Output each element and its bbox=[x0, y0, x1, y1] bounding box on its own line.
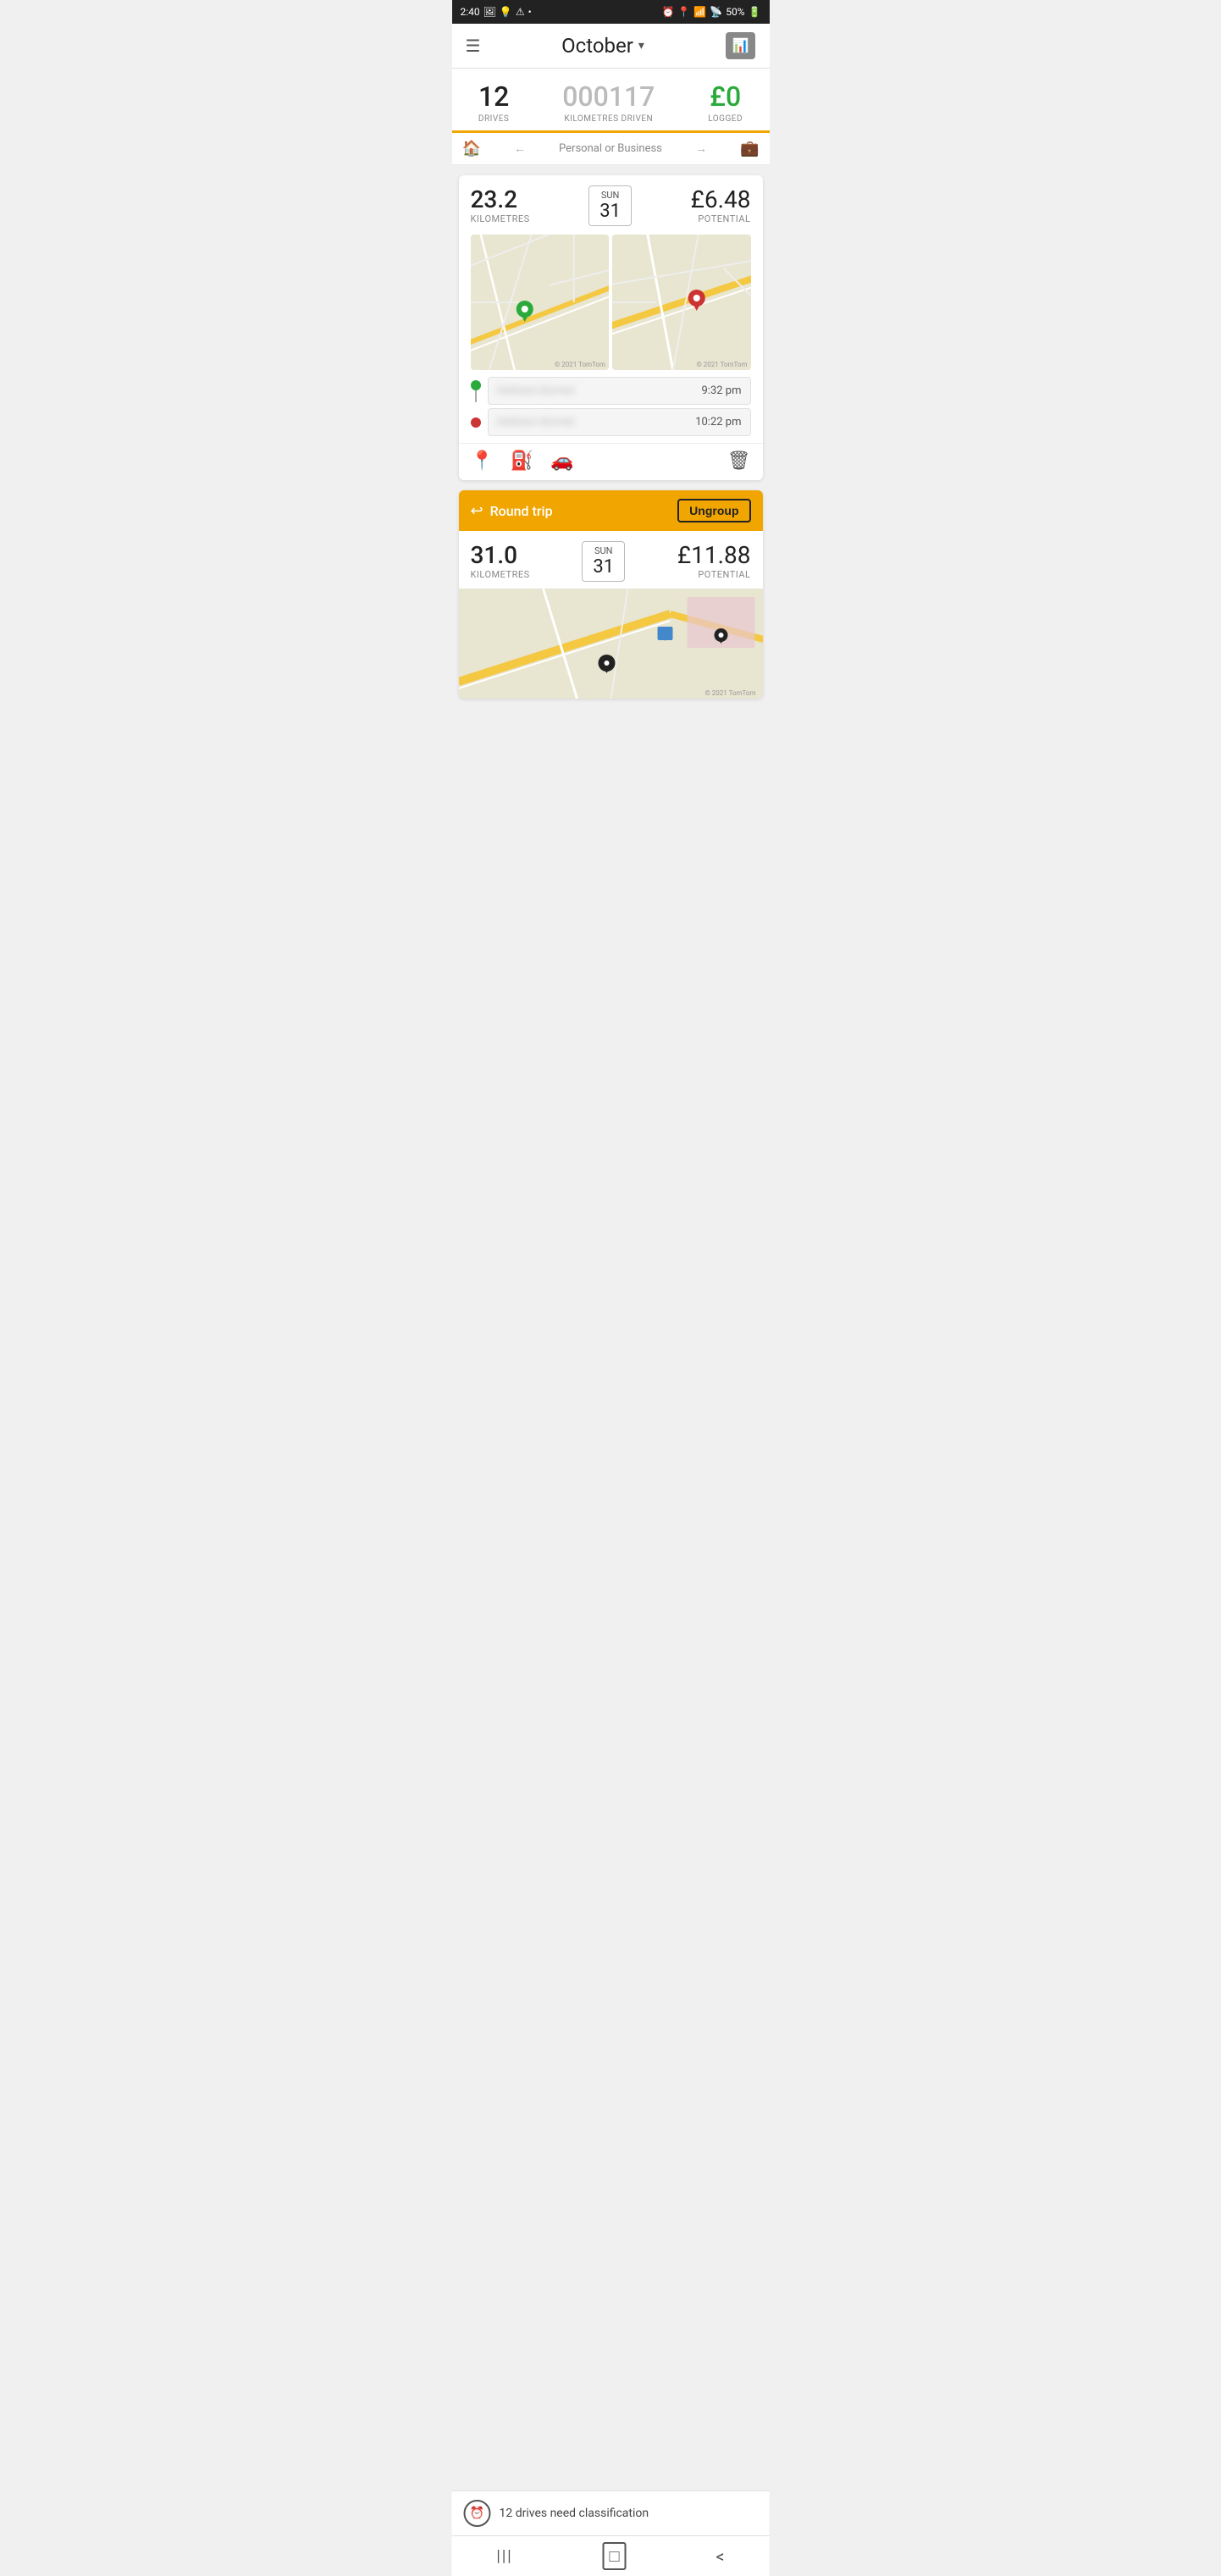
km-wrap: 23.2 KILOMETRES bbox=[471, 185, 530, 224]
location-action-icon[interactable]: 📍 bbox=[471, 451, 494, 472]
signal-icon: 📡 bbox=[710, 6, 722, 18]
header-title-area[interactable]: October ▾ bbox=[561, 34, 644, 58]
rt-potential-label: POTENTIAL bbox=[677, 569, 751, 580]
rt-day-name: SUN bbox=[593, 545, 614, 556]
end-address: Address blurred bbox=[497, 416, 575, 428]
right-arrow-icon: → bbox=[695, 141, 707, 156]
end-time: 10:22 pm bbox=[695, 416, 741, 428]
round-trip-label-wrap: ↩ Round trip bbox=[471, 502, 553, 520]
end-address-box[interactable]: Address blurred 10:22 pm bbox=[488, 408, 751, 436]
potential-value: £6.48 bbox=[691, 185, 751, 213]
logged-value: £0 bbox=[708, 80, 743, 113]
map-container: © 2021 TomTom © 2021 bbox=[471, 235, 751, 370]
end-map: © 2021 TomTom bbox=[612, 235, 751, 370]
notification-icon-wrap: ⏰ bbox=[464, 2500, 491, 2527]
personal-business-text: Personal or Business bbox=[559, 142, 662, 155]
potential-label: POTENTIAL bbox=[691, 213, 751, 224]
drive-card-header: 23.2 KILOMETRES SUN 31 £6.48 POTENTIAL bbox=[459, 175, 763, 229]
logged-stat: £0 LOGGED bbox=[708, 80, 743, 124]
rt-date-box: SUN 31 bbox=[582, 541, 625, 582]
start-dot bbox=[471, 380, 481, 390]
bottom-nav: ||| □ < bbox=[452, 2535, 770, 2576]
chart-icon: 📊 bbox=[732, 39, 749, 53]
start-address: Address blurred bbox=[497, 384, 575, 397]
end-dot bbox=[471, 417, 481, 428]
drives-label: DRIVES bbox=[478, 114, 509, 124]
round-trip-header: ↩ Round trip Ungroup bbox=[459, 490, 763, 531]
photo-icon: 🖼 bbox=[483, 6, 496, 18]
start-map: © 2021 TomTom bbox=[471, 235, 610, 370]
chart-button[interactable]: 📊 bbox=[726, 32, 756, 59]
rt-potential-wrap: £11.88 POTENTIAL bbox=[677, 541, 751, 580]
hamburger-menu-icon[interactable]: ☰ bbox=[466, 36, 481, 56]
potential-wrap: £6.48 POTENTIAL bbox=[691, 185, 751, 224]
clock-icon: ⏰ bbox=[470, 2507, 484, 2520]
stats-row: 12 DRIVES 000117 KILOMETRES DRIVEN £0 LO… bbox=[452, 69, 770, 133]
nav-back-icon[interactable]: < bbox=[715, 2546, 724, 2567]
bulb-icon: 💡 bbox=[500, 6, 512, 18]
day-number: 31 bbox=[599, 201, 621, 222]
rt-map-copyright: © 2021 TomTom bbox=[704, 689, 755, 697]
dot-icon: • bbox=[528, 6, 532, 18]
car-action-icon[interactable]: 🚗 bbox=[550, 451, 573, 472]
location-icon: 📍 bbox=[677, 6, 690, 18]
fuel-action-icon[interactable]: ⛽ bbox=[511, 451, 533, 472]
start-time: 9:32 pm bbox=[702, 384, 742, 397]
rt-km-wrap: 31.0 KILOMETRES bbox=[471, 541, 530, 580]
month-title: October bbox=[561, 34, 633, 58]
round-trip-icon: ↩ bbox=[471, 502, 483, 520]
home-icon: 🏠 bbox=[462, 140, 481, 158]
connector-line bbox=[475, 390, 477, 402]
rt-day-number: 31 bbox=[593, 556, 614, 578]
kilometres-value: 000117 bbox=[562, 80, 655, 113]
scrollable-content: 12 DRIVES 000117 KILOMETRES DRIVEN £0 LO… bbox=[452, 69, 770, 793]
day-name: SUN bbox=[599, 190, 621, 201]
battery-text: 50% bbox=[726, 6, 744, 18]
action-row: 📍 ⛽ 🚗 🗑 bbox=[459, 443, 763, 480]
map-copyright-end: © 2021 TomTom bbox=[696, 361, 747, 368]
warning-icon: ⚠ bbox=[516, 6, 525, 18]
drives-value: 12 bbox=[478, 80, 509, 113]
start-address-box[interactable]: Address blurred 9:32 pm bbox=[488, 377, 751, 405]
kilometres-label: KILOMETRES DRIVEN bbox=[562, 114, 655, 124]
personal-business-bar[interactable]: 🏠 ← Personal or Business → 💼 bbox=[452, 133, 770, 165]
bottom-notification[interactable]: ⏰ 12 drives need classification bbox=[452, 2490, 770, 2535]
drives-stat: 12 DRIVES bbox=[478, 80, 509, 124]
nav-home-icon[interactable]: □ bbox=[602, 2542, 626, 2570]
dropdown-arrow-icon[interactable]: ▾ bbox=[638, 39, 644, 53]
route-info: Address blurred 9:32 pm Address blurred … bbox=[459, 377, 763, 443]
status-left: 2:40 🖼 💡 ⚠ • bbox=[461, 6, 532, 18]
rt-potential-value: £11.88 bbox=[677, 541, 751, 569]
ungroup-button[interactable]: Ungroup bbox=[677, 499, 750, 522]
nav-menu-icon[interactable]: ||| bbox=[496, 2547, 512, 2565]
rt-km-value: 31.0 bbox=[471, 541, 530, 569]
left-arrow-icon: ← bbox=[514, 141, 526, 156]
rt-km-label: KILOMETRES bbox=[471, 569, 530, 580]
app-header: ☰ October ▾ 📊 bbox=[452, 24, 770, 69]
logged-label: LOGGED bbox=[708, 114, 743, 124]
status-right: ⏰ 📍 📶 📡 50% 🔋 bbox=[661, 6, 760, 18]
alarm-icon: ⏰ bbox=[661, 6, 674, 18]
wifi-icon: 📶 bbox=[693, 6, 706, 18]
kilometres-stat: 000117 KILOMETRES DRIVEN bbox=[562, 80, 655, 124]
drive-km-label: KILOMETRES bbox=[471, 213, 530, 224]
briefcase-icon: 💼 bbox=[740, 140, 759, 158]
drive-card: 23.2 KILOMETRES SUN 31 £6.48 POTENTIAL bbox=[459, 175, 763, 480]
round-trip-label: Round trip bbox=[490, 503, 553, 519]
round-trip-map: © 2021 TomTom bbox=[459, 589, 763, 699]
notification-text: 12 drives need classification bbox=[500, 2507, 649, 2520]
battery-icon: 🔋 bbox=[749, 6, 761, 18]
date-box: SUN 31 bbox=[588, 185, 632, 226]
status-time: 2:40 bbox=[461, 6, 480, 18]
map-copyright-start: © 2021 TomTom bbox=[555, 361, 605, 368]
round-trip-wrap: ↩ Round trip Ungroup 31.0 KILOMETRES SUN… bbox=[459, 490, 763, 699]
trash-action-icon[interactable]: 🗑 bbox=[727, 451, 751, 472]
round-trip-card-body: 31.0 KILOMETRES SUN 31 £11.88 POTENTIAL bbox=[459, 531, 763, 699]
round-trip-card-header: 31.0 KILOMETRES SUN 31 £11.88 POTENTIAL bbox=[471, 541, 751, 582]
drive-km-value: 23.2 bbox=[471, 185, 530, 213]
status-bar: 2:40 🖼 💡 ⚠ • ⏰ 📍 📶 📡 50% 🔋 bbox=[452, 0, 770, 24]
